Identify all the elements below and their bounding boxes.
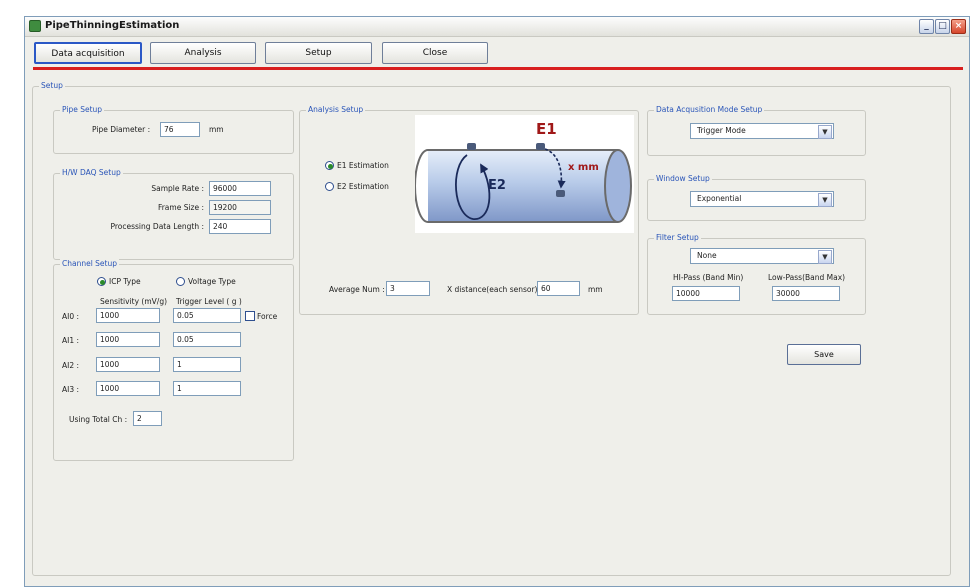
sensor-left: [467, 143, 476, 150]
filter-setup-group: Filter Setup None ▼ HI-Pass (Band Min) L…: [647, 233, 866, 315]
e1-estimation-label: E1 Estimation: [337, 161, 389, 170]
close-window-button[interactable]: ×: [951, 19, 966, 34]
window-setup-value: Exponential: [697, 194, 742, 203]
pipe-diameter-unit: mm: [209, 125, 224, 134]
e2-estimation-label: E2 Estimation: [337, 182, 389, 191]
sensitivity-header: Sensitivity (mV/g): [100, 297, 168, 306]
chevron-down-icon[interactable]: ▼: [818, 193, 832, 207]
processing-length-label: Processing Data Length :: [110, 222, 204, 231]
analysis-button[interactable]: Analysis: [150, 42, 256, 64]
chevron-down-icon[interactable]: ▼: [818, 125, 832, 139]
channel-ai3-label: AI3 :: [62, 385, 80, 394]
pipe-diagram: E1 E2 x mm: [415, 115, 634, 233]
channel-setup-label: Channel Setup: [60, 259, 120, 269]
header-divider: [33, 67, 963, 70]
x-distance-unit: mm: [588, 285, 603, 294]
sensor-bottom: [556, 190, 565, 197]
processing-length-input[interactable]: 240: [209, 219, 271, 234]
x-distance-label: X distance(each sensor) :: [447, 285, 543, 294]
channel-ai0-label: AI0 :: [62, 312, 80, 321]
pipe-diameter-label: Pipe Diameter :: [92, 125, 151, 134]
force-checkbox[interactable]: [245, 311, 255, 321]
channel-setup-group: Channel Setup ICP Type Voltage Type Sens…: [53, 259, 294, 461]
voltage-type-label: Voltage Type: [188, 277, 236, 286]
sensor-top: [536, 143, 545, 150]
diagram-e2-label: E2: [488, 178, 506, 193]
pipe-diameter-input[interactable]: 76: [160, 122, 200, 137]
hipass-label: HI-Pass (Band Min): [673, 273, 744, 282]
ai3-trigger-input[interactable]: 1: [173, 381, 241, 396]
daq-mode-value: Trigger Mode: [697, 126, 746, 135]
channel-ai2-label: AI2 :: [62, 361, 80, 370]
ai1-sensitivity-input[interactable]: 1000: [96, 332, 160, 347]
diagram-e1-label: E1: [536, 120, 557, 138]
data-acquisition-button[interactable]: Data acquisition: [34, 42, 142, 64]
icp-type-label: ICP Type: [109, 277, 141, 286]
app-icon: [29, 20, 41, 32]
average-num-label: Average Num :: [329, 285, 385, 294]
average-num-input[interactable]: 3: [386, 281, 430, 296]
analysis-setup-label: Analysis Setup: [306, 105, 366, 115]
main-window: PipeThinningEstimation _ □ × Data acquis…: [24, 16, 970, 587]
total-ch-input[interactable]: 2: [133, 411, 162, 426]
title-bar: PipeThinningEstimation _ □ ×: [25, 17, 969, 37]
sample-rate-input[interactable]: 96000: [209, 181, 271, 196]
voltage-type-radio[interactable]: [176, 277, 185, 286]
filter-select[interactable]: None ▼: [690, 248, 834, 264]
analysis-setup-group: Analysis Setup E1 Estimation E2 Estimati…: [299, 105, 639, 315]
pipe-setup-group: Pipe Setup Pipe Diameter : 76 mm: [53, 105, 294, 154]
window-setup-label: Window Setup: [654, 174, 712, 184]
window-title: PipeThinningEstimation: [45, 20, 180, 31]
setup-group-label: Setup: [39, 81, 65, 91]
pipe-right-end: [604, 149, 632, 223]
frame-size-input[interactable]: 19200: [209, 200, 271, 215]
close-button[interactable]: Close: [382, 42, 488, 64]
daq-mode-group: Data Acqusition Mode Setup Trigger Mode …: [647, 105, 866, 156]
window-setup-select[interactable]: Exponential ▼: [690, 191, 834, 207]
filter-value: None: [697, 251, 717, 260]
ai0-trigger-input[interactable]: 0.05: [173, 308, 241, 323]
sample-rate-label: Sample Rate :: [151, 184, 204, 193]
lowpass-input[interactable]: 30000: [772, 286, 840, 301]
setup-button[interactable]: Setup: [265, 42, 372, 64]
chevron-down-icon[interactable]: ▼: [818, 250, 832, 264]
x-distance-input[interactable]: 60: [537, 281, 580, 296]
hipass-input[interactable]: 10000: [672, 286, 740, 301]
ai1-trigger-input[interactable]: 0.05: [173, 332, 241, 347]
ai2-trigger-input[interactable]: 1: [173, 357, 241, 372]
ai3-sensitivity-input[interactable]: 1000: [96, 381, 160, 396]
ai2-sensitivity-input[interactable]: 1000: [96, 357, 160, 372]
icp-type-radio[interactable]: [97, 277, 106, 286]
minimize-button[interactable]: _: [919, 19, 934, 34]
maximize-button[interactable]: □: [935, 19, 950, 34]
diagram-x-mm-label: x mm: [568, 162, 599, 173]
lowpass-label: Low-Pass(Band Max): [768, 273, 846, 282]
pipe-left-end: [415, 149, 429, 223]
trigger-level-header: Trigger Level ( g ): [176, 297, 242, 306]
hw-daq-setup-group: H/W DAQ Setup Sample Rate : 96000 Frame …: [53, 168, 294, 260]
daq-mode-select[interactable]: Trigger Mode ▼: [690, 123, 834, 139]
save-button[interactable]: Save: [787, 344, 861, 365]
window-setup-group: Window Setup Exponential ▼: [647, 174, 866, 221]
channel-ai1-label: AI1 :: [62, 336, 80, 345]
e1-estimation-radio[interactable]: [325, 161, 334, 170]
e2-estimation-radio[interactable]: [325, 182, 334, 191]
total-ch-label: Using Total Ch :: [69, 415, 128, 424]
daq-mode-label: Data Acqusition Mode Setup: [654, 105, 765, 115]
hw-daq-setup-label: H/W DAQ Setup: [60, 168, 123, 178]
pipe-setup-label: Pipe Setup: [60, 105, 105, 115]
frame-size-label: Frame Size :: [157, 203, 204, 212]
force-label: Force: [257, 312, 278, 321]
ai0-sensitivity-input[interactable]: 1000: [96, 308, 160, 323]
filter-setup-label: Filter Setup: [654, 233, 701, 243]
